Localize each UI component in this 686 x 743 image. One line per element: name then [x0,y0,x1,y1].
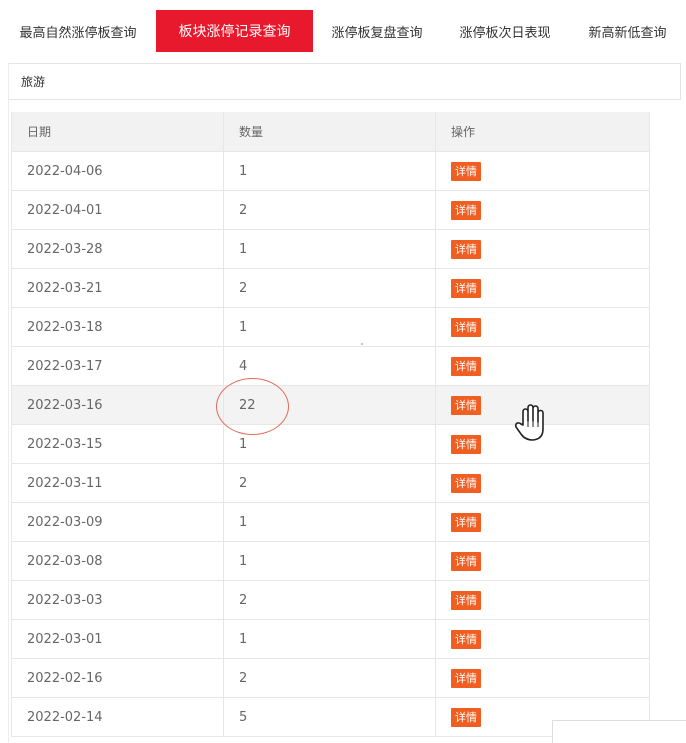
tab-sector-limit-up-records[interactable]: 板块涨停记录查询 [156,10,313,52]
row-count: 2 [224,269,436,307]
table-row: 2022-03-11 2 详情 [12,464,649,503]
table-body: 2022-04-06 1 详情 2022-04-01 2 详情 2022-03-28 1 详情 2… [12,152,649,737]
row-date: 2022-02-16 [12,659,224,697]
tab-bar: 最高自然涨停板查询 板块涨停记录查询 涨停板复盘查询 涨停板次日表现 新高新低查… [0,10,686,52]
row-date: 2022-03-08 [12,542,224,580]
row-date: 2022-03-18 [12,308,224,346]
table-row: 2022-03-03 2 详情 [12,581,649,620]
header-date: 日期 [12,112,224,151]
row-date: 2022-04-01 [12,191,224,229]
tab-limit-up-next-day[interactable]: 涨停板次日表现 [441,10,569,52]
row-date: 2022-03-16 [12,386,224,424]
row-count: 1 [224,152,436,190]
row-action: 详情 [436,620,649,658]
row-action: 详情 [436,230,649,268]
table-row: 2022-03-28 1 详情 [12,230,649,269]
row-count: 2 [224,464,436,502]
detail-button[interactable]: 详情 [451,317,481,337]
detail-button[interactable]: 详情 [451,551,481,571]
detail-button[interactable]: 详情 [451,707,481,727]
row-action: 详情 [436,659,649,697]
row-date: 2022-03-03 [12,581,224,619]
row-action: 详情 [436,308,649,346]
row-count: 1 [224,620,436,658]
detail-button[interactable]: 详情 [451,395,481,415]
detail-button[interactable]: 详情 [451,161,481,181]
bottom-overlay-box [552,720,686,743]
detail-button[interactable]: 详情 [451,668,481,688]
row-action: 详情 [436,269,649,307]
detail-button[interactable]: 详情 [451,434,481,454]
stray-dot [361,343,363,345]
detail-button[interactable]: 详情 [451,356,481,376]
table-row: 2022-02-16 2 详情 [12,659,649,698]
detail-button[interactable]: 详情 [451,590,481,610]
detail-button[interactable]: 详情 [451,239,481,259]
tab-highest-natural-limit-up[interactable]: 最高自然涨停板查询 [0,10,156,52]
row-date: 2022-03-11 [12,464,224,502]
tab-limit-up-review[interactable]: 涨停板复盘查询 [313,10,441,52]
header-count: 数量 [224,112,436,151]
row-date: 2022-03-15 [12,425,224,463]
table-row: 2022-03-08 1 详情 [12,542,649,581]
detail-button[interactable]: 详情 [451,512,481,532]
row-count: 2 [224,581,436,619]
table-row: 2022-04-06 1 详情 [12,152,649,191]
row-action: 详情 [436,191,649,229]
row-date: 2022-03-28 [12,230,224,268]
table-row: 2022-03-16 22 详情 [12,386,649,425]
header-action: 操作 [451,125,476,139]
row-date: 2022-04-06 [12,152,224,190]
row-action: 详情 [436,347,649,385]
table-row: 2022-03-21 2 详情 [12,269,649,308]
table-row: 2022-04-01 2 详情 [12,191,649,230]
row-date: 2022-02-14 [12,698,224,736]
row-count: 1 [224,230,436,268]
table-row: 2022-03-01 1 详情 [12,620,649,659]
row-date: 2022-03-21 [12,269,224,307]
detail-button[interactable]: 详情 [451,473,481,493]
row-action: 详情 [436,152,649,190]
table-row: 2022-03-15 1 详情 [12,425,649,464]
sector-name: 旅游 [21,75,46,89]
detail-button[interactable]: 详情 [451,629,481,649]
row-action: 详情 [436,581,649,619]
row-action: 详情 [436,503,649,541]
left-divider [8,63,9,743]
hand-cursor-icon [514,404,544,441]
detail-button[interactable]: 详情 [451,200,481,220]
records-table: 日期 数量 操作 2022-04-06 1 详情 2022-04-01 2 详情 2022-… [11,112,650,737]
row-date: 2022-03-09 [12,503,224,541]
row-count: 1 [224,503,436,541]
row-count: 2 [224,191,436,229]
row-date: 2022-03-01 [12,620,224,658]
row-count: 1 [224,308,436,346]
table-header-row: 日期 数量 操作 [12,112,649,152]
row-action: 详情 [436,542,649,580]
table-row: 2022-03-17 4 详情 [12,347,649,386]
table-row: 2022-03-18 1 详情 [12,308,649,347]
detail-button[interactable]: 详情 [451,278,481,298]
table-row: 2022-03-09 1 详情 [12,503,649,542]
sector-name-box: 旅游 [9,63,681,100]
tab-new-high-low[interactable]: 新高新低查询 [569,10,686,52]
page: 最高自然涨停板查询 板块涨停记录查询 涨停板复盘查询 涨停板次日表现 新高新低查… [0,0,686,743]
row-count: 1 [224,542,436,580]
row-date: 2022-03-17 [12,347,224,385]
row-count: 5 [224,698,436,736]
annotation-circle [216,378,289,435]
row-count: 2 [224,659,436,697]
row-action: 详情 [436,464,649,502]
